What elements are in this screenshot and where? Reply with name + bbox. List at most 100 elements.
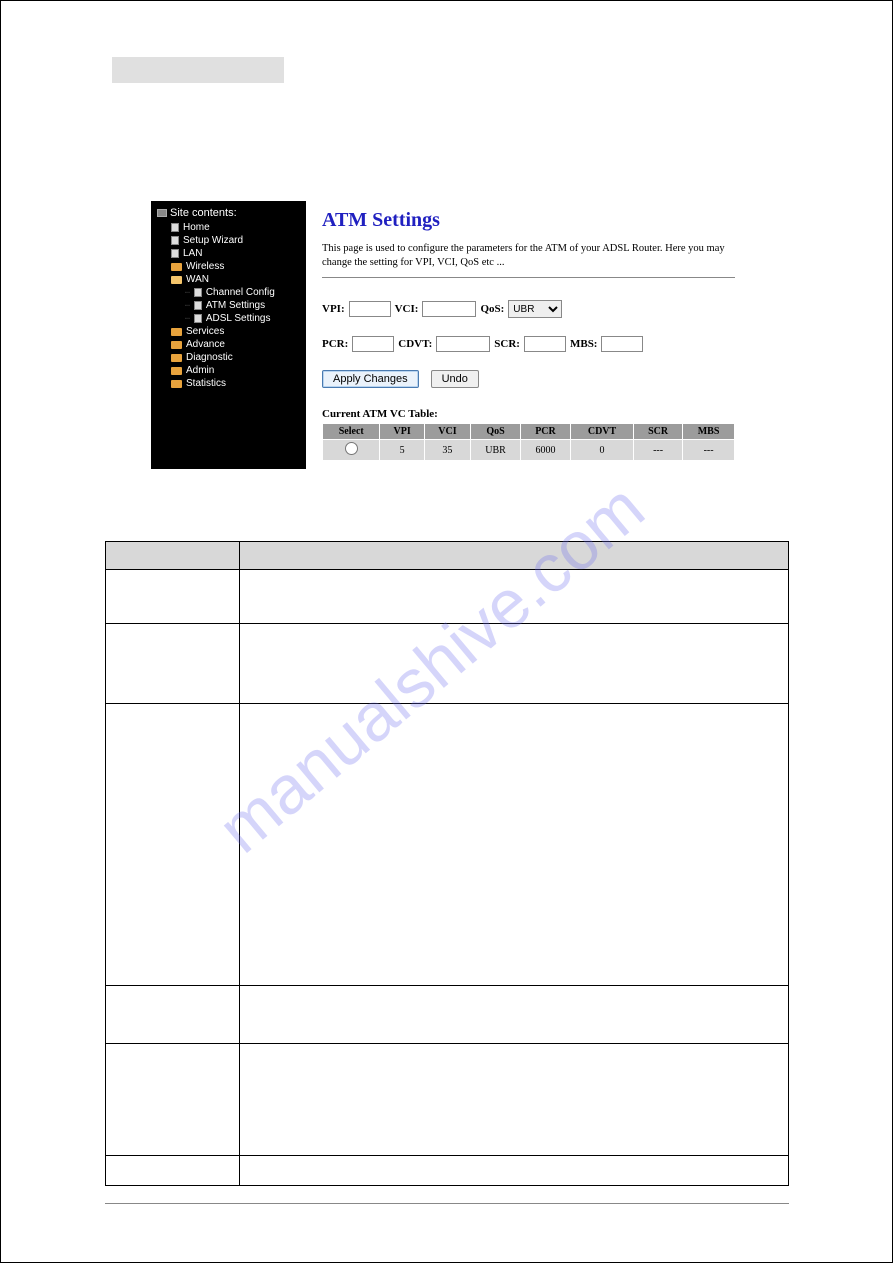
- folder-open-icon: [171, 276, 182, 284]
- atm-vc-table: Select VPI VCI QoS PCR CDVT SCR MBS 5 35…: [322, 423, 735, 461]
- cabinet-icon: [157, 209, 167, 217]
- sidebar-item-label: Diagnostic: [186, 352, 233, 363]
- sidebar-subitem-label: ATM Settings: [206, 300, 265, 311]
- folder-icon: [171, 263, 182, 271]
- row-select-radio[interactable]: [345, 442, 358, 455]
- td-select: [323, 440, 380, 461]
- td-vpi: 5: [380, 440, 424, 461]
- cdvt-label: CDVT:: [398, 338, 432, 350]
- fields-td: [240, 704, 789, 986]
- sidebar-title-text: Site contents:: [170, 207, 237, 219]
- scr-input[interactable]: [524, 336, 566, 352]
- td-qos: UBR: [471, 440, 521, 461]
- pcr-input[interactable]: [352, 336, 394, 352]
- sidebar-item-label: Admin: [186, 365, 214, 376]
- fields-td: [106, 1044, 240, 1156]
- pcr-label: PCR:: [322, 338, 348, 350]
- fields-td: [240, 986, 789, 1044]
- sidebar: Site contents: Home Setup Wizard LAN Wir…: [151, 201, 306, 469]
- sidebar-subitem-label: Channel Config: [206, 287, 275, 298]
- page-description: This page is used to configure the param…: [322, 242, 735, 269]
- sidebar-item-label: Home: [183, 222, 210, 233]
- sidebar-item-label: Statistics: [186, 378, 226, 389]
- sidebar-item-admin[interactable]: Admin: [153, 364, 304, 377]
- td-pcr: 6000: [521, 440, 571, 461]
- table-header-row: Select VPI VCI QoS PCR CDVT SCR MBS: [323, 424, 735, 440]
- sidebar-item-label: WAN: [186, 274, 209, 285]
- sidebar-subitem-atm-settings[interactable]: ┈ ATM Settings: [153, 299, 304, 312]
- router-admin-screenshot: Site contents: Home Setup Wizard LAN Wir…: [151, 201, 751, 469]
- scr-label: SCR:: [494, 338, 520, 350]
- td-cdvt: 0: [570, 440, 633, 461]
- fields-td: [240, 1156, 789, 1186]
- fields-td: [106, 1156, 240, 1186]
- header-gray-box: [112, 57, 284, 83]
- sidebar-item-services[interactable]: Services: [153, 325, 304, 338]
- folder-icon: [171, 367, 182, 375]
- fields-td: [106, 704, 240, 986]
- sidebar-subitem-channel-config[interactable]: ┈ Channel Config: [153, 286, 304, 299]
- vpi-input[interactable]: [349, 301, 391, 317]
- sidebar-item-diagnostic[interactable]: Diagnostic: [153, 351, 304, 364]
- file-icon: [171, 236, 179, 245]
- th-cdvt: CDVT: [570, 424, 633, 440]
- td-vci: 35: [424, 440, 470, 461]
- sidebar-item-home[interactable]: Home: [153, 221, 304, 234]
- file-icon: [194, 314, 202, 323]
- cdvt-input[interactable]: [436, 336, 490, 352]
- sidebar-item-wireless[interactable]: Wireless: [153, 260, 304, 273]
- table-caption: Current ATM VC Table:: [322, 408, 735, 420]
- footer-separator: [105, 1203, 789, 1204]
- th-mbs: MBS: [683, 424, 735, 440]
- sidebar-item-advance[interactable]: Advance: [153, 338, 304, 351]
- th-vpi: VPI: [380, 424, 424, 440]
- th-qos: QoS: [471, 424, 521, 440]
- content-panel: ATM Settings This page is used to config…: [306, 201, 751, 469]
- vpi-label: VPI:: [322, 303, 345, 315]
- tree-line: ┈: [185, 288, 190, 297]
- folder-icon: [171, 354, 182, 362]
- fields-th-1: [240, 542, 789, 570]
- fields-th-0: [106, 542, 240, 570]
- th-pcr: PCR: [521, 424, 571, 440]
- sidebar-item-label: Setup Wizard: [183, 235, 243, 246]
- th-scr: SCR: [634, 424, 683, 440]
- form-row-2: PCR: CDVT: SCR: MBS:: [322, 336, 735, 352]
- fields-td: [106, 986, 240, 1044]
- sidebar-title: Site contents:: [153, 205, 304, 221]
- tree-line: ┈: [185, 314, 190, 323]
- sidebar-item-lan[interactable]: LAN: [153, 247, 304, 260]
- fields-description-table: [105, 541, 789, 1186]
- fields-td: [106, 624, 240, 704]
- fields-td: [240, 624, 789, 704]
- mbs-label: MBS:: [570, 338, 598, 350]
- sidebar-item-label: Wireless: [186, 261, 224, 272]
- file-icon: [194, 301, 202, 310]
- fields-td: [240, 570, 789, 624]
- qos-select[interactable]: UBR: [508, 300, 562, 318]
- th-vci: VCI: [424, 424, 470, 440]
- vci-input[interactable]: [422, 301, 476, 317]
- button-row: Apply Changes Undo: [322, 370, 735, 388]
- td-mbs: ---: [683, 440, 735, 461]
- sidebar-subitem-label: ADSL Settings: [206, 313, 271, 324]
- sidebar-subitem-adsl-settings[interactable]: ┈ ADSL Settings: [153, 312, 304, 325]
- file-icon: [194, 288, 202, 297]
- fields-td: [106, 570, 240, 624]
- undo-button[interactable]: Undo: [431, 370, 479, 388]
- table-row: 5 35 UBR 6000 0 --- ---: [323, 440, 735, 461]
- separator: [322, 277, 735, 278]
- sidebar-item-statistics[interactable]: Statistics: [153, 377, 304, 390]
- sidebar-item-setup-wizard[interactable]: Setup Wizard: [153, 234, 304, 247]
- form-row-1: VPI: VCI: QoS: UBR: [322, 300, 735, 318]
- fields-td: [240, 1044, 789, 1156]
- apply-changes-button[interactable]: Apply Changes: [322, 370, 419, 388]
- vci-label: VCI:: [395, 303, 419, 315]
- qos-label: QoS:: [480, 303, 504, 315]
- tree-line: ┈: [185, 301, 190, 310]
- folder-icon: [171, 328, 182, 336]
- td-scr: ---: [634, 440, 683, 461]
- sidebar-item-wan[interactable]: WAN: [153, 273, 304, 286]
- mbs-input[interactable]: [601, 336, 643, 352]
- file-icon: [171, 223, 179, 232]
